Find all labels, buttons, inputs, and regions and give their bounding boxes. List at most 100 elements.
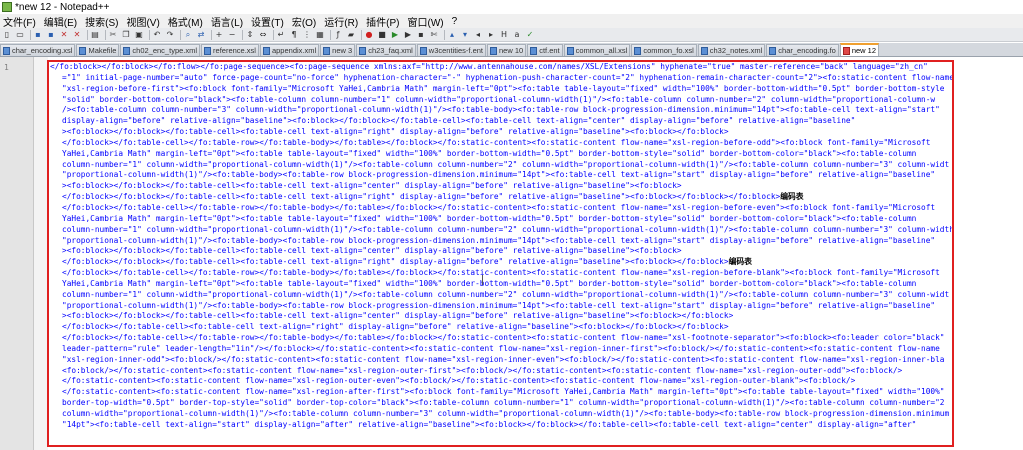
file-icon: [123, 46, 131, 55]
editor-area[interactable]: 1 </fo:block></fo:block></fo:flow></fo:p…: [0, 57, 1023, 450]
menu-item-11[interactable]: ?: [449, 16, 461, 27]
undo-icon[interactable]: ↶: [152, 30, 162, 40]
redo-icon[interactable]: ↷: [165, 30, 175, 40]
tab-label: reference.xsl: [213, 46, 256, 55]
replace-icon[interactable]: ⇄: [196, 30, 206, 40]
menu-item-7[interactable]: 宏(O): [289, 14, 319, 29]
menu-item-5[interactable]: 语言(L): [208, 14, 246, 29]
toolbar-separator: [361, 29, 362, 40]
find-icon[interactable]: ⌕: [183, 30, 193, 40]
code-line: </fo:block></fo:table-cell></fo:table-ro…: [50, 203, 1023, 214]
tab-9[interactable]: ctf.ent: [527, 44, 563, 56]
code-line: </fo:block></fo:block></fo:flow></fo:pag…: [50, 62, 1023, 73]
tab-7[interactable]: w3centities-f.ent: [416, 44, 486, 56]
sync-h-icon[interactable]: ⇔: [258, 30, 268, 40]
menu-item-4[interactable]: 格式(M): [165, 14, 206, 29]
cut-icon[interactable]: ✂: [108, 30, 118, 40]
macro-save-icon[interactable]: ▪: [416, 30, 426, 40]
show-all-chars-icon[interactable]: ¶: [289, 30, 299, 40]
file-icon: [262, 46, 270, 55]
menu-item-8[interactable]: 运行(R): [321, 14, 361, 29]
menu-item-1[interactable]: 编辑(E): [41, 14, 80, 29]
menu-item-3[interactable]: 视图(V): [123, 14, 162, 29]
code-line: "proportional-column-width(1)"/><fo:tabl…: [50, 170, 1023, 181]
code-line-text: "xsl-region-before-first"><fo:block font…: [62, 83, 945, 93]
folder-icon[interactable]: ▰: [346, 30, 356, 40]
macro-trim-icon[interactable]: ✄: [429, 30, 439, 40]
macro-stop-icon[interactable]: ■: [377, 30, 387, 40]
abc-icon[interactable]: a: [512, 30, 522, 40]
code-line-text: </fo:block></fo:block></fo:flow></fo:pag…: [50, 62, 928, 71]
code-line-text: <fo:block/></fo:static-content><fo:stati…: [62, 365, 903, 375]
code-line-text: "xsl-region-inner-odd"><fo:block/></fo:s…: [62, 354, 945, 364]
menu-item-6[interactable]: 设置(T): [248, 14, 287, 29]
save-all-icon[interactable]: ▪: [46, 30, 56, 40]
collapse-icon[interactable]: ◂: [473, 30, 483, 40]
doc-map-icon[interactable]: ▦: [315, 30, 325, 40]
tab-1[interactable]: Makefile: [76, 44, 120, 56]
encoding-table-text: 编码表: [728, 257, 752, 267]
close-icon[interactable]: ✕: [59, 30, 69, 40]
paste-icon[interactable]: ▣: [134, 30, 144, 40]
tab-label: char_encoding.xsl: [12, 46, 73, 55]
unfold-all-icon[interactable]: ▾: [460, 30, 470, 40]
tab-10[interactable]: common_all.xsl: [563, 44, 631, 56]
word-wrap-icon[interactable]: ↵: [276, 30, 286, 40]
h-icon[interactable]: H: [499, 30, 509, 40]
code-line: </fo:block></fo:table-cell></fo:table-ro…: [50, 333, 1023, 344]
menu-item-10[interactable]: 窗口(W): [405, 14, 447, 29]
copy-icon[interactable]: ❐: [121, 30, 131, 40]
tab-label: appendix.xml: [271, 46, 317, 55]
macro-play-icon[interactable]: ▶: [390, 30, 400, 40]
toolbar-separator: [149, 29, 150, 40]
save-icon[interactable]: ▪: [33, 30, 43, 40]
file-icon: [769, 46, 777, 55]
code-line-text: </fo:static-content><fo:static-content f…: [62, 376, 856, 386]
macro-run-multi-icon[interactable]: ▶: [403, 30, 413, 40]
function-list-icon[interactable]: ƒ: [333, 30, 343, 40]
code-text[interactable]: </fo:block></fo:block></fo:flow></fo:pag…: [50, 62, 1023, 450]
code-line: display-align="before" relative-align="b…: [50, 116, 1023, 127]
sync-v-icon[interactable]: ⇕: [245, 30, 255, 40]
code-line-text: column-width="proportional-column-width(…: [62, 409, 950, 418]
code-line-text: ><fo:block></fo:block></fo:table-cell><f…: [62, 311, 734, 321]
code-line: /><fo:table-column column-number="3" col…: [50, 105, 1023, 116]
tab-label: new 3: [332, 46, 353, 55]
tab-2[interactable]: ch02_enc_type.xml: [120, 44, 201, 56]
open-file-icon[interactable]: ▭: [15, 30, 25, 40]
tab-4[interactable]: appendix.xml: [259, 44, 320, 56]
file-icon: [323, 46, 331, 55]
tab-5[interactable]: new 3: [320, 44, 356, 56]
tab-label: char_encoding.fo: [778, 46, 836, 55]
tab-0[interactable]: char_encoding.xsl: [0, 44, 76, 56]
menu-item-9[interactable]: 插件(P): [363, 14, 402, 29]
fold-margin[interactable]: [34, 57, 48, 450]
toolbar-separator: [242, 29, 243, 40]
menu-item-0[interactable]: 文件(F): [0, 14, 39, 29]
toolbar-separator: [30, 29, 31, 40]
expand-icon[interactable]: ▸: [486, 30, 496, 40]
fold-all-icon[interactable]: ▴: [447, 30, 457, 40]
menu-item-2[interactable]: 搜索(S): [82, 14, 121, 29]
tab-3[interactable]: reference.xsl: [201, 44, 259, 56]
new-file-icon[interactable]: ▯: [2, 30, 12, 40]
zoom-out-icon[interactable]: −: [227, 30, 237, 40]
zoom-in-icon[interactable]: +: [214, 30, 224, 40]
spellcheck-icon[interactable]: ✓: [525, 30, 535, 40]
tab-14[interactable]: new 12: [839, 43, 880, 56]
tab-11[interactable]: common_fo.xsl: [631, 44, 697, 56]
code-line-text: </fo:block></fo:block></fo:table-cell><f…: [62, 257, 729, 267]
window-title: *new 12 - Notepad++: [15, 1, 110, 13]
tab-8[interactable]: new 10: [487, 44, 527, 56]
indent-guide-icon[interactable]: ⋮: [302, 30, 312, 40]
code-line-text: </fo:block></fo:table-cell></fo:table-ro…: [62, 333, 945, 343]
file-icon: [79, 46, 87, 55]
print-icon[interactable]: ▤: [90, 30, 100, 40]
code-line: "proportional-column-width(1)"/><fo:tabl…: [50, 301, 1023, 312]
close-all-icon[interactable]: ✕: [72, 30, 82, 40]
macro-record-icon[interactable]: ●: [364, 30, 374, 40]
tab-12[interactable]: ch32_notes.xml: [697, 44, 766, 56]
tab-13[interactable]: char_encoding.fo: [766, 44, 839, 56]
tab-6[interactable]: ch23_faq.xml: [356, 44, 416, 56]
title-bar: *new 12 - Notepad++: [0, 0, 1023, 14]
